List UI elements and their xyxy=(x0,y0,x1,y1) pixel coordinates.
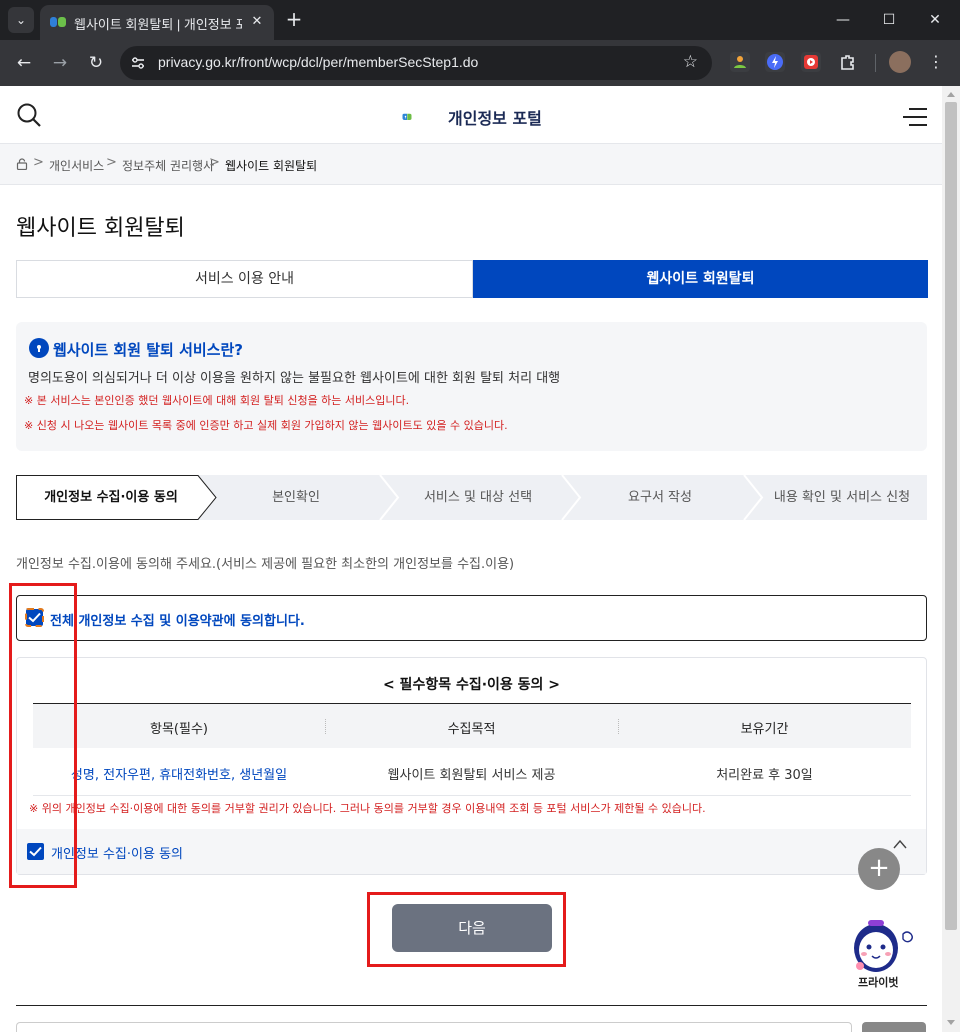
site-logo-icon[interactable] xyxy=(402,103,442,131)
progress-steps: 개인정보 수집·이용 동의 본인확인 서비스 및 대상 선택 요구서 작성 내용… xyxy=(16,475,927,520)
consent-hint: 개인정보 수집.이용에 동의해 주세요.(서비스 제공에 필요한 최소한의 개인… xyxy=(16,557,515,572)
back-button[interactable]: ← xyxy=(10,49,38,77)
refuse-right-note: ※ 위의 개인정보 수집·이용에 대한 동의를 거부할 권리가 있습니다. 그러… xyxy=(29,802,706,815)
required-consent-title: < 필수항목 수집·이용 동의 > xyxy=(382,677,561,693)
breadcrumb-item-current: 웹사이트 회원탈퇴 xyxy=(225,159,318,173)
page-scrollbar[interactable] xyxy=(942,86,960,1032)
chat-bubble-icon xyxy=(29,338,49,358)
maximize-button[interactable]: ☐ xyxy=(866,6,912,34)
chevron-up-icon[interactable] xyxy=(893,839,907,849)
tab-close-icon[interactable]: ✕ xyxy=(248,13,266,31)
new-tab-button[interactable]: + xyxy=(282,8,306,32)
chatbot-mascot-icon[interactable] xyxy=(848,914,918,976)
tab-service-guide[interactable]: 서비스 이용 안내 xyxy=(16,260,473,298)
scroll-thumb[interactable] xyxy=(945,102,957,930)
site-logo-text[interactable]: 개인정보 포털 xyxy=(448,105,542,129)
page-title: 웹사이트 회원탈퇴 xyxy=(16,216,185,241)
browser-tab-bar: ⌄ 웹사이트 회원탈퇴 | 개인정보 포털 ✕ + — ☐ ✕ xyxy=(0,0,960,40)
table-header-cell: 보유기간 xyxy=(740,722,789,737)
page-viewport: 개인정보 포털 > 개인서비스 > 정보주체 권리행사 > 웹사이트 회원탈퇴 … xyxy=(0,86,942,1032)
info-note: ※ 신청 시 나오는 웹사이트 목록 중에 인증만 하고 실제 회원 가입하지 … xyxy=(24,419,508,432)
floating-plus-button[interactable]: + xyxy=(858,848,900,890)
breadcrumb-separator: > xyxy=(33,155,44,170)
info-title: 웹사이트 회원 탈퇴 서비스란? xyxy=(53,341,243,359)
step-select-service: 서비스 및 대상 선택 xyxy=(423,490,533,505)
step-write-request: 요구서 작성 xyxy=(628,490,692,505)
step-consent: 개인정보 수집·이용 동의 xyxy=(44,490,178,505)
info-description: 명의도용이 의심되거나 더 이상 이용을 원하지 않는 불필요한 웹사이트에 대… xyxy=(28,371,561,386)
site-header: 개인정보 포털 xyxy=(0,86,942,143)
breadcrumb: > 개인서비스 > 정보주체 권리행사 > 웹사이트 회원탈퇴 xyxy=(0,143,942,185)
breadcrumb-separator: > xyxy=(106,155,117,170)
search-icon[interactable] xyxy=(16,102,42,128)
site-favicon-icon xyxy=(50,17,66,27)
extension-profile-icon[interactable] xyxy=(730,52,750,72)
annotation-highlight-checkboxes xyxy=(9,583,77,888)
window-close-button[interactable]: ✕ xyxy=(912,6,958,34)
table-cell-retention: 처리완료 후 30일 xyxy=(716,768,813,783)
page-tabs: 서비스 이용 안내 웹사이트 회원탈퇴 xyxy=(16,260,928,298)
browser-tab-active[interactable]: 웹사이트 회원탈퇴 | 개인정보 포털 ✕ xyxy=(40,5,274,40)
table-header-cell: 수집목적 xyxy=(447,722,496,737)
item-agree-row[interactable]: 개인정보 수집·이용 동의 xyxy=(17,829,926,874)
breadcrumb-separator: > xyxy=(209,155,220,170)
breadcrumb-item[interactable]: 개인서비스 xyxy=(49,157,104,174)
all-agree-row[interactable]: 전체 개인정보 수집 및 이용약관에 동의합니다. xyxy=(16,595,927,641)
site-info-icon[interactable] xyxy=(130,55,146,71)
all-agree-label[interactable]: 전체 개인정보 수집 및 이용약관에 동의합니다. xyxy=(50,610,305,629)
reload-button[interactable]: ↻ xyxy=(82,49,110,77)
tab-title: 웹사이트 회원탈퇴 | 개인정보 포털 xyxy=(74,17,242,32)
service-info-box: 웹사이트 회원 탈퇴 서비스란? 명의도용이 의심되거나 더 이상 이용을 원하… xyxy=(16,322,927,451)
address-bar[interactable]: privacy.go.kr/front/wcp/dcl/per/memberSe… xyxy=(120,46,712,80)
minimize-button[interactable]: — xyxy=(820,6,866,34)
bookmark-star-icon[interactable]: ☆ xyxy=(683,52,698,72)
section-divider xyxy=(16,1005,927,1006)
extension-video-icon[interactable] xyxy=(801,52,821,72)
browser-toolbar: ← → ↻ privacy.go.kr/front/wcp/dcl/per/me… xyxy=(0,40,960,86)
table-row-divider xyxy=(33,795,911,796)
url-text: privacy.go.kr/front/wcp/dcl/per/memberSe… xyxy=(158,54,479,70)
menu-hamburger-icon[interactable] xyxy=(903,108,927,126)
forward-button[interactable]: → xyxy=(46,49,74,77)
tab-member-withdrawal[interactable]: 웹사이트 회원탈퇴 xyxy=(473,260,928,298)
scroll-down-arrow-icon[interactable] xyxy=(947,1020,955,1025)
consent-table-header: 항목(필수) 수집목적 보유기간 xyxy=(33,703,911,748)
bottom-button-partial[interactable] xyxy=(862,1022,926,1032)
chatbot-label[interactable]: 프라이벗 xyxy=(858,974,898,990)
breadcrumb-item[interactable]: 정보주체 권리행사 xyxy=(122,157,214,174)
home-lock-icon[interactable] xyxy=(16,158,28,170)
annotation-highlight-next xyxy=(367,892,566,967)
bottom-field-partial[interactable] xyxy=(16,1022,852,1032)
extensions-puzzle-icon[interactable] xyxy=(838,52,858,72)
browser-menu-icon[interactable]: ⋮ xyxy=(926,50,946,74)
toolbar-divider xyxy=(875,54,876,72)
table-cell-purpose: 웹사이트 회원탈퇴 서비스 제공 xyxy=(387,768,556,783)
step-confirm-submit: 내용 확인 및 서비스 신청 xyxy=(773,490,911,505)
required-consent-panel: < 필수항목 수집·이용 동의 > 항목(필수) 수집목적 보유기간 성명, 전… xyxy=(16,657,927,875)
extension-lightning-icon[interactable] xyxy=(765,52,785,72)
profile-avatar[interactable] xyxy=(889,51,911,73)
info-note: ※ 본 서비스는 본인인증 했던 웹사이트에 대해 회원 탈퇴 신청을 하는 서… xyxy=(24,394,410,407)
tab-search-button[interactable]: ⌄ xyxy=(8,7,34,33)
scroll-up-arrow-icon[interactable] xyxy=(947,92,955,97)
step-identity: 본인확인 xyxy=(272,490,320,505)
